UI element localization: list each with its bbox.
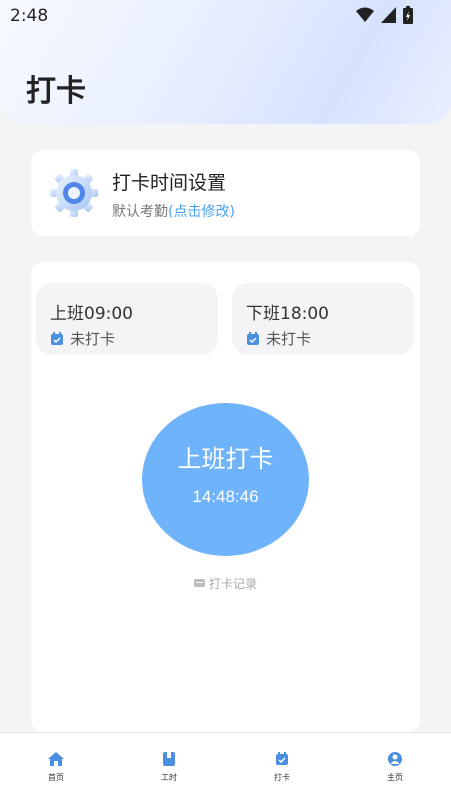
shift-on-duty-status: 未打卡 bbox=[50, 328, 115, 349]
settings-subtitle-text: 默认考勤 bbox=[112, 204, 168, 220]
home-icon bbox=[48, 752, 64, 766]
page-title: 打卡 bbox=[26, 74, 86, 109]
message-icon bbox=[193, 578, 205, 587]
shift-on-duty-status-label: 未打卡 bbox=[70, 330, 116, 348]
book-icon bbox=[163, 752, 175, 766]
tab-home[interactable]: 首页 bbox=[26, 751, 86, 783]
tab-work-hours[interactable]: 工时 bbox=[139, 751, 199, 783]
shift-off-duty-status-label: 未打卡 bbox=[266, 330, 312, 348]
punch-record-link[interactable]: 打卡记录 bbox=[31, 575, 420, 592]
tab-home-label: 首页 bbox=[48, 773, 64, 782]
punch-in-button[interactable]: 上班打卡 14:48:46 bbox=[142, 403, 309, 556]
tab-profile[interactable]: 主页 bbox=[365, 751, 425, 783]
header: 2:48 打卡 bbox=[0, 0, 451, 124]
tab-profile-label: 主页 bbox=[387, 773, 403, 782]
shift-off-duty-time: 下班18:00 bbox=[246, 304, 329, 324]
punch-in-label: 上班打卡 bbox=[177, 446, 274, 473]
bottom-tab-bar: 首页 工时 打卡 主页 bbox=[0, 732, 451, 803]
tab-punch-label: 打卡 bbox=[274, 773, 290, 782]
punch-record-label: 打卡记录 bbox=[208, 577, 257, 591]
punch-clock: 14:48:46 bbox=[192, 487, 259, 506]
calendar-check-icon bbox=[247, 331, 259, 345]
shift-off-duty-status: 未打卡 bbox=[246, 328, 311, 349]
signal-icon bbox=[381, 7, 396, 23]
user-icon bbox=[388, 752, 402, 766]
calendar-check-icon bbox=[276, 752, 288, 765]
tab-punch[interactable]: 打卡 bbox=[252, 751, 312, 783]
shift-on-duty: 上班09:00 未打卡 bbox=[36, 283, 218, 355]
status-time: 2:48 bbox=[10, 6, 49, 26]
punch-time-settings-card[interactable]: 打卡时间设置 默认考勤(点击修改) bbox=[31, 150, 420, 236]
shift-on-duty-time: 上班09:00 bbox=[50, 304, 133, 324]
settings-subtitle: 默认考勤(点击修改) bbox=[112, 201, 235, 221]
wifi-icon bbox=[356, 7, 374, 22]
edit-link[interactable]: (点击修改) bbox=[168, 204, 235, 220]
shift-off-duty: 下班18:00 未打卡 bbox=[232, 283, 414, 355]
status-icons bbox=[356, 6, 413, 24]
punch-card: 上班09:00 未打卡 下班18:00 未打卡 上班打卡 14:48:46 打卡… bbox=[31, 262, 420, 732]
settings-title: 打卡时间设置 bbox=[112, 172, 227, 194]
battery-icon bbox=[403, 6, 413, 24]
gear-icon bbox=[50, 169, 98, 217]
tab-work-hours-label: 工时 bbox=[161, 773, 177, 782]
calendar-check-icon bbox=[51, 331, 63, 345]
